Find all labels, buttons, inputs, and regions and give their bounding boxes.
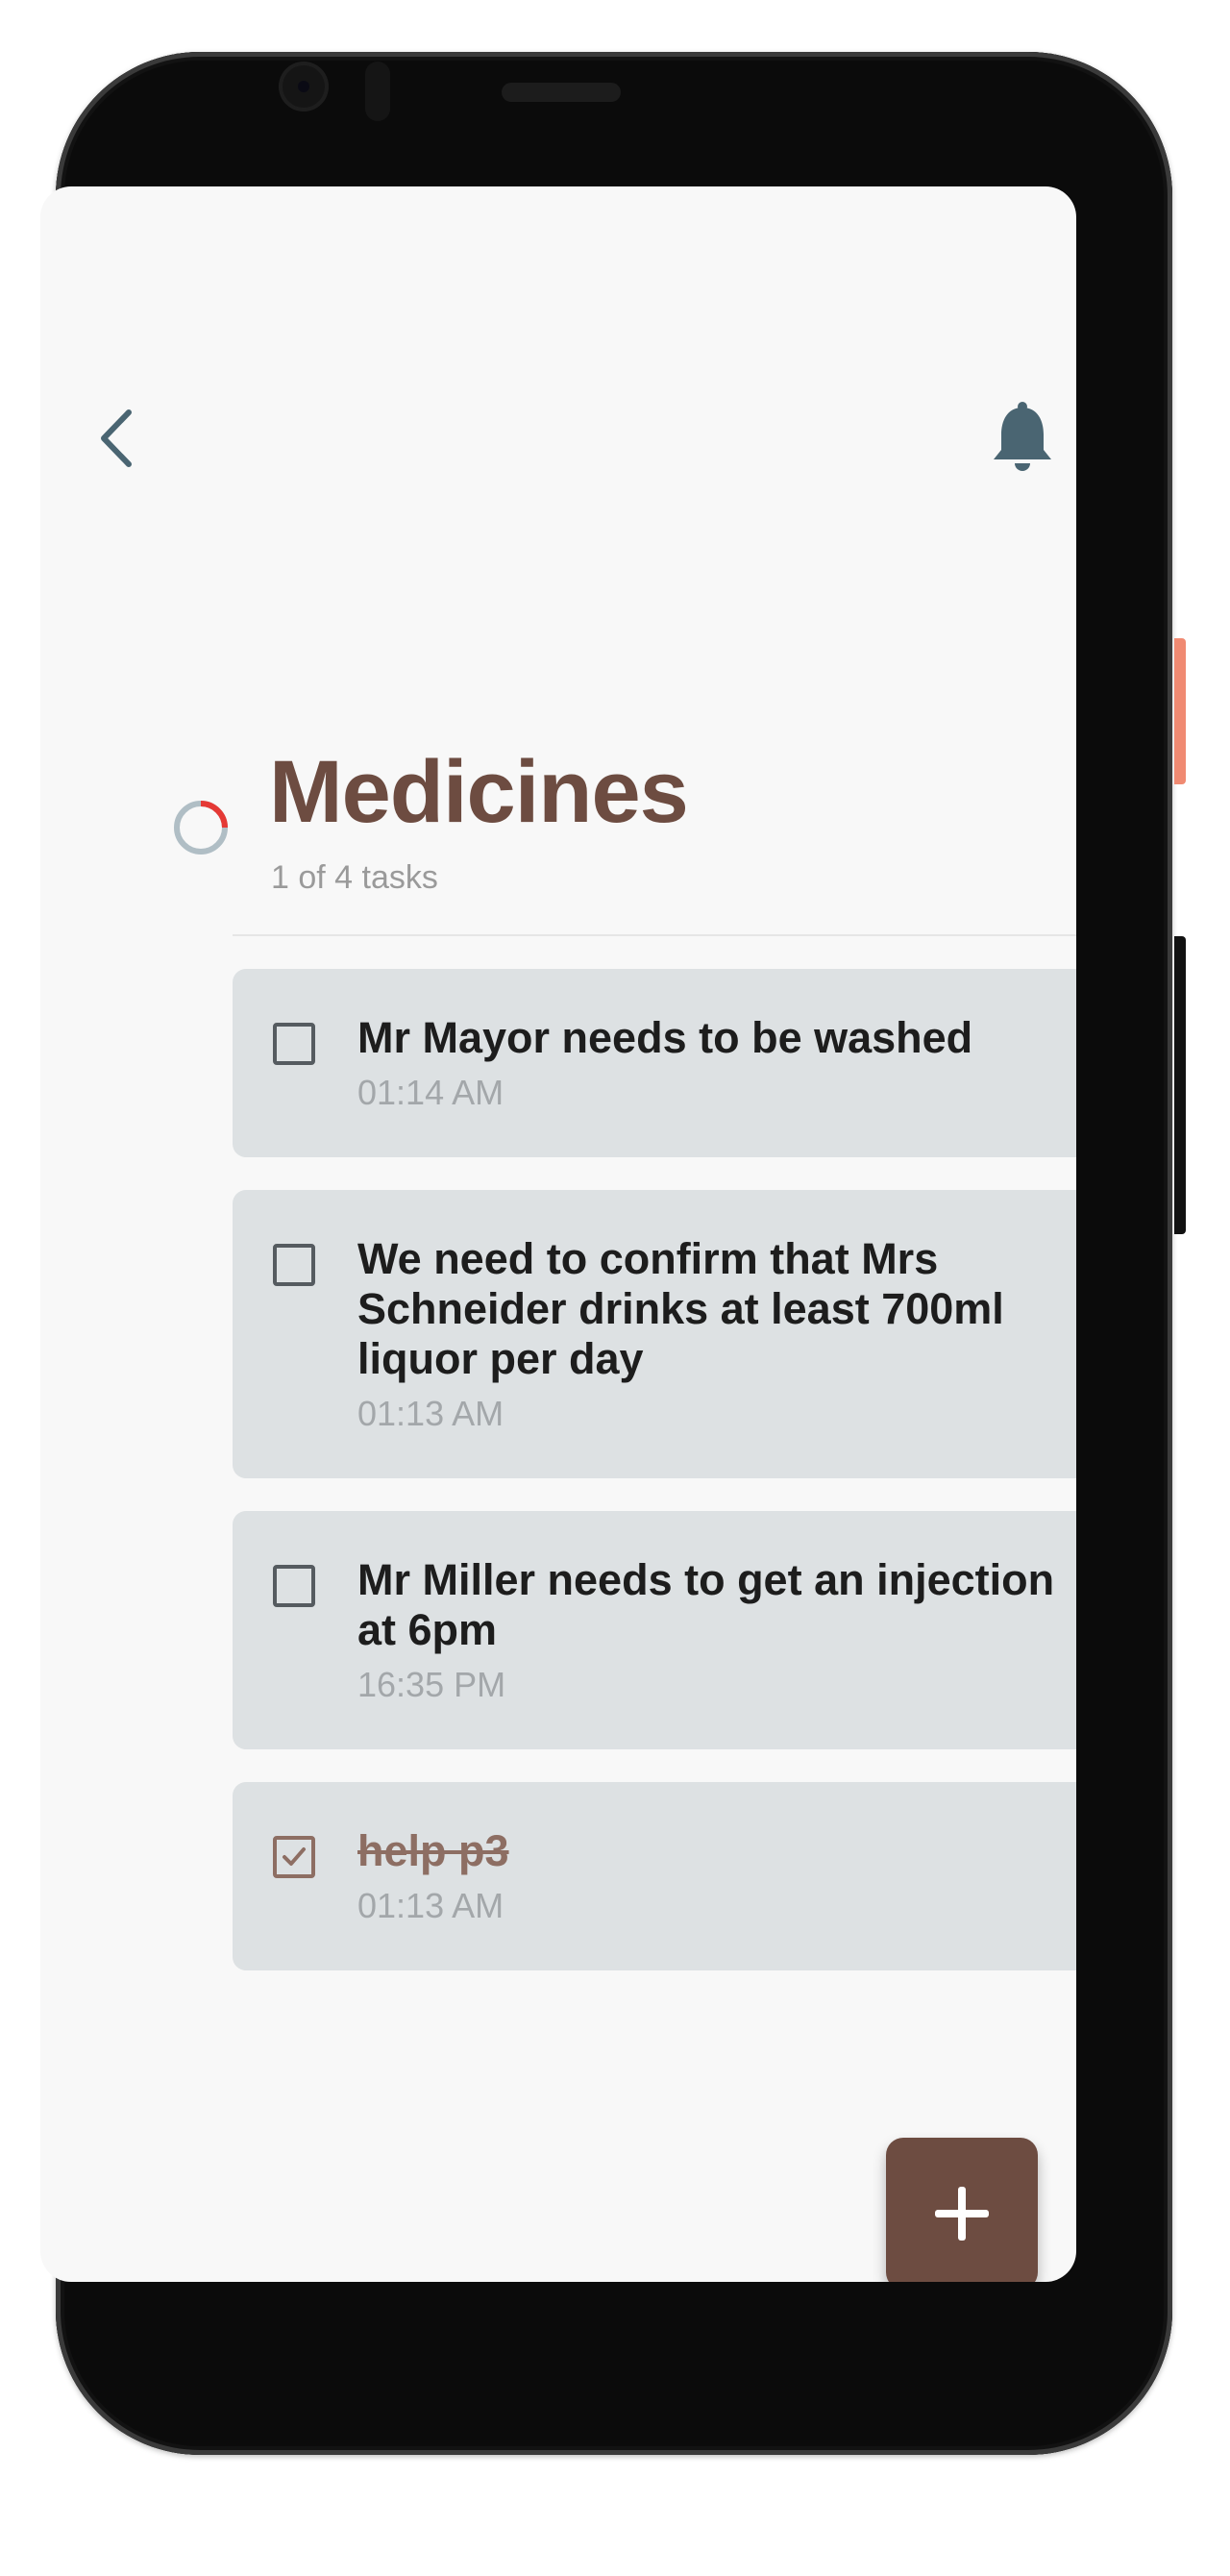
divider	[233, 934, 1076, 936]
task-card[interactable]: We need to confirm that Mrs Schneider dr…	[233, 1190, 1076, 1478]
chevron-left-icon	[101, 409, 132, 467]
task-time: 01:13 AM	[357, 1394, 504, 1433]
task-checkbox[interactable]	[273, 1023, 315, 1065]
app-screen: Medicines 1 of 4 tasks Mr Mayor needs to…	[40, 186, 1076, 2282]
task-checkbox-checked[interactable]	[273, 1836, 315, 1878]
task-card[interactable]: Mr Mayor needs to be washed 01:14 AM	[233, 969, 1076, 1157]
task-title: help p3	[357, 1826, 509, 1875]
plus-icon	[935, 2187, 989, 2241]
back-button[interactable]	[79, 400, 156, 477]
progress-ring	[174, 801, 228, 855]
volume-button	[1174, 936, 1186, 1234]
task-time: 01:13 AM	[357, 1886, 504, 1925]
checkmark-icon	[283, 1847, 306, 1866]
task-card[interactable]: Mr Miller needs to get an injection at 6…	[233, 1511, 1076, 1749]
progress-ring-arc	[200, 801, 228, 829]
task-title: We need to confirm that Mrs Schneider dr…	[357, 1234, 1004, 1383]
notifications-button[interactable]	[982, 398, 1063, 479]
bell-icon	[994, 402, 1051, 471]
earpiece-speaker	[502, 83, 621, 102]
task-time: 16:35 PM	[357, 1665, 506, 1704]
task-title: Mr Mayor needs to be washed	[357, 1013, 973, 1062]
front-camera	[279, 62, 329, 111]
task-title: Mr Miller needs to get an injection at 6…	[357, 1555, 1055, 1654]
proximity-sensor	[365, 62, 390, 121]
task-checkbox[interactable]	[273, 1565, 315, 1607]
add-task-button[interactable]	[886, 2138, 1038, 2282]
task-time: 01:14 AM	[357, 1073, 504, 1112]
page-title: Medicines	[269, 743, 689, 841]
power-button	[1174, 638, 1186, 784]
task-checkbox[interactable]	[273, 1244, 315, 1286]
task-card[interactable]: help p3 01:13 AM	[233, 1782, 1076, 1970]
task-progress-text: 1 of 4 tasks	[271, 859, 438, 896]
task-list: Mr Mayor needs to be washed 01:14 AM We …	[233, 969, 1076, 2003]
